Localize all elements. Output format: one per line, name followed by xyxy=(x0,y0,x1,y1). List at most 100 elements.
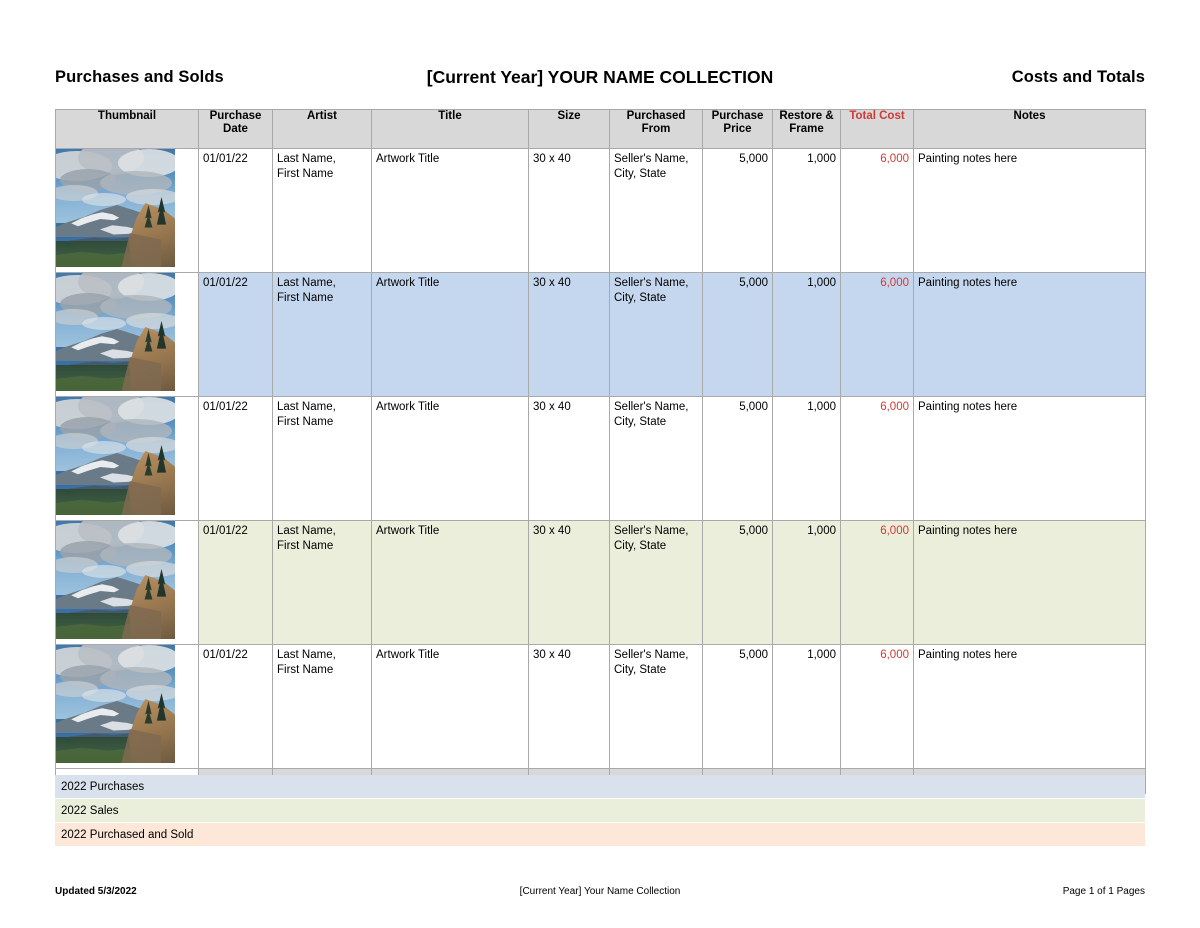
page-header: Purchases and Solds [Current Year] YOUR … xyxy=(55,62,1145,92)
cell-purchase-date[interactable]: 01/01/22 xyxy=(198,148,273,273)
cell-size[interactable]: 30 x 40 xyxy=(528,396,610,521)
cell-purchase-price[interactable]: 5,000 xyxy=(702,644,773,769)
purchased-from-line1: Seller's Name, xyxy=(614,277,689,289)
cell-total-cost[interactable]: 6,000 xyxy=(840,396,914,521)
col-header-purchased-from-line2: From xyxy=(641,123,671,135)
col-header-purchase-price-line2: Price xyxy=(723,123,752,135)
cell-notes[interactable]: Painting notes here xyxy=(913,396,1146,521)
col-header-artist: Artist xyxy=(272,109,372,149)
cell-artist[interactable]: Last Name, First Name xyxy=(272,644,372,769)
cell-purchase-date[interactable]: 01/01/22 xyxy=(198,396,273,521)
cell-size[interactable]: 30 x 40 xyxy=(528,148,610,273)
cell-purchase-price[interactable]: 5,000 xyxy=(702,272,773,397)
table-row[interactable]: 01/01/22 Last Name, First Name Artwork T… xyxy=(55,396,1146,521)
page-footer: Updated 5/3/2022 [Current Year] Your Nam… xyxy=(55,886,1145,902)
footer-collection-name: [Current Year] Your Name Collection xyxy=(519,886,681,897)
thumbnail-cell xyxy=(55,148,199,273)
cell-restore-frame[interactable]: 1,000 xyxy=(772,272,841,397)
table-row[interactable]: 01/01/22 Last Name, First Name Artwork T… xyxy=(55,520,1146,645)
purchased-from-line1: Seller's Name, xyxy=(614,525,689,537)
table-row[interactable]: 01/01/22 Last Name, First Name Artwork T… xyxy=(55,148,1146,273)
cell-total-cost[interactable]: 6,000 xyxy=(840,272,914,397)
thumbnail-cell xyxy=(55,396,199,521)
legend-label: 2022 Purchased and Sold xyxy=(61,828,194,841)
artist-line2: First Name xyxy=(277,291,334,304)
artist-line1: Last Name, xyxy=(277,277,336,289)
cell-title[interactable]: Artwork Title xyxy=(371,644,529,769)
artist-line1: Last Name, xyxy=(277,153,336,165)
cell-restore-frame[interactable]: 1,000 xyxy=(772,644,841,769)
cell-purchased-from[interactable]: Seller's Name, City, State xyxy=(609,272,703,397)
cell-size[interactable]: 30 x 40 xyxy=(528,644,610,769)
purchased-from-line2: City, State xyxy=(614,415,667,428)
cell-size[interactable]: 30 x 40 xyxy=(528,520,610,645)
cell-purchase-price[interactable]: 5,000 xyxy=(702,396,773,521)
table-row[interactable]: 01/01/22 Last Name, First Name Artwork T… xyxy=(55,272,1146,397)
cell-purchased-from[interactable]: Seller's Name, City, State xyxy=(609,396,703,521)
footer-page-number: Page 1 of 1 Pages xyxy=(1062,886,1145,897)
col-header-thumbnail: Thumbnail xyxy=(55,109,199,149)
artwork-thumbnail-image xyxy=(56,521,175,639)
cell-total-cost[interactable]: 6,000 xyxy=(840,148,914,273)
cell-size[interactable]: 30 x 40 xyxy=(528,272,610,397)
cell-purchase-price[interactable]: 5,000 xyxy=(702,148,773,273)
artwork-thumbnail-image xyxy=(56,273,175,391)
cell-purchased-from[interactable]: Seller's Name, City, State xyxy=(609,148,703,273)
cell-artist[interactable]: Last Name, First Name xyxy=(272,520,372,645)
col-header-restore-frame: Restore & Frame xyxy=(772,109,841,149)
footer-updated-date: Updated 5/3/2022 xyxy=(55,886,137,897)
cell-title[interactable]: Artwork Title xyxy=(371,520,529,645)
cell-notes[interactable]: Painting notes here xyxy=(913,148,1146,273)
cell-notes[interactable]: Painting notes here xyxy=(913,644,1146,769)
col-header-purchase-date-line2: Date xyxy=(223,123,248,135)
cell-artist[interactable]: Last Name, First Name xyxy=(272,148,372,273)
purchased-from-line2: City, State xyxy=(614,291,667,304)
cell-restore-frame[interactable]: 1,000 xyxy=(772,520,841,645)
cell-restore-frame[interactable]: 1,000 xyxy=(772,148,841,273)
table-header: Thumbnail Purchase Date Artist Title Siz… xyxy=(55,109,1146,149)
cell-purchased-from[interactable]: Seller's Name, City, State xyxy=(609,520,703,645)
cell-title[interactable]: Artwork Title xyxy=(371,396,529,521)
legend-item-purchased-and-sold: 2022 Purchased and Sold xyxy=(55,823,1145,847)
purchased-from-line2: City, State xyxy=(614,167,667,180)
cell-title[interactable]: Artwork Title xyxy=(371,148,529,273)
cell-purchase-date[interactable]: 01/01/22 xyxy=(198,272,273,397)
purchased-from-line1: Seller's Name, xyxy=(614,153,689,165)
cell-notes[interactable]: Painting notes here xyxy=(913,520,1146,645)
legend-label: 2022 Sales xyxy=(61,804,119,817)
cell-total-cost[interactable]: 6,000 xyxy=(840,520,914,645)
col-header-purchase-date-line1: Purchase xyxy=(209,110,262,123)
page-title: [Current Year] YOUR NAME COLLECTION xyxy=(426,66,774,87)
cell-purchase-date[interactable]: 01/01/22 xyxy=(198,644,273,769)
artist-line2: First Name xyxy=(277,167,334,180)
col-header-restore-frame-line1: Restore & xyxy=(779,110,834,123)
cell-purchase-price[interactable]: 5,000 xyxy=(702,520,773,645)
cell-artist[interactable]: Last Name, First Name xyxy=(272,396,372,521)
legend-item-purchases: 2022 Purchases xyxy=(55,775,1145,799)
table-row[interactable]: 01/01/22 Last Name, First Name Artwork T… xyxy=(55,644,1146,769)
artist-line2: First Name xyxy=(277,663,334,676)
purchased-from-line1: Seller's Name, xyxy=(614,649,689,661)
legend: 2022 Purchases 2022 Sales 2022 Purchased… xyxy=(55,775,1145,847)
col-header-purchase-price-line1: Purchase xyxy=(711,110,764,123)
document-page: Purchases and Solds [Current Year] YOUR … xyxy=(0,0,1200,928)
cell-title[interactable]: Artwork Title xyxy=(371,272,529,397)
cell-notes[interactable]: Painting notes here xyxy=(913,272,1146,397)
artist-line1: Last Name, xyxy=(277,401,336,413)
col-header-purchased-from: Purchased From xyxy=(609,109,703,149)
header-right-title: Costs and Totals xyxy=(1011,67,1145,86)
col-header-notes: Notes xyxy=(913,109,1146,149)
header-left-title: Purchases and Solds xyxy=(55,67,224,86)
artist-line2: First Name xyxy=(277,539,334,552)
table-header-row: Thumbnail Purchase Date Artist Title Siz… xyxy=(55,109,1146,149)
col-header-purchase-price: Purchase Price xyxy=(702,109,773,149)
artwork-thumbnail-image xyxy=(56,645,175,763)
cell-total-cost[interactable]: 6,000 xyxy=(840,644,914,769)
collection-table: Thumbnail Purchase Date Artist Title Siz… xyxy=(55,109,1146,794)
cell-artist[interactable]: Last Name, First Name xyxy=(272,272,372,397)
cell-restore-frame[interactable]: 1,000 xyxy=(772,396,841,521)
artwork-thumbnail-image xyxy=(56,397,175,515)
cell-purchase-date[interactable]: 01/01/22 xyxy=(198,520,273,645)
cell-purchased-from[interactable]: Seller's Name, City, State xyxy=(609,644,703,769)
artwork-thumbnail-image xyxy=(56,149,175,267)
